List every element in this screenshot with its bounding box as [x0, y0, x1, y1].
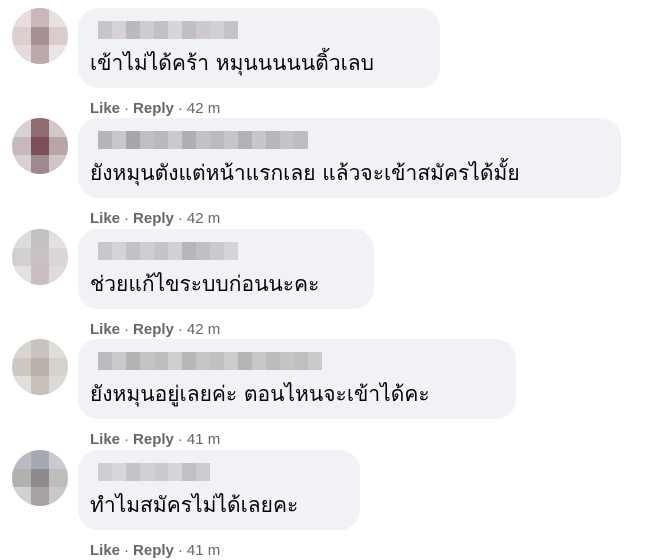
commenter-name[interactable] [98, 21, 238, 39]
like-link[interactable]: Like [90, 321, 120, 338]
comment-item: ทำไมสมัครไม่ได้เลยคะ Like · Reply · 41 m [0, 450, 650, 560]
commenter-name[interactable] [98, 352, 322, 370]
comment-actions: Like · Reply · 41 m [90, 542, 221, 559]
comment-item: ยังหมุนอยู่เลยค่ะ ตอนไหนจะเข้าได้คะ Like… [0, 339, 650, 449]
comment-bubble: ทำไมสมัครไม่ได้เลยคะ [78, 450, 360, 530]
avatar[interactable] [12, 450, 68, 506]
commenter-name[interactable] [98, 131, 308, 149]
like-link[interactable]: Like [90, 431, 120, 448]
comment-timestamp[interactable]: 42 m [187, 100, 220, 117]
commenter-name[interactable] [98, 463, 210, 481]
comment-timestamp[interactable]: 41 m [187, 431, 220, 448]
reply-link[interactable]: Reply [133, 542, 174, 559]
comment-timestamp[interactable]: 41 m [187, 542, 220, 559]
comment-bubble: เข้าไม่ได้คร้า หมุนนนนนติ้วเลบ [78, 8, 440, 88]
commenter-name[interactable] [98, 242, 238, 260]
comment-item: ยังหมุนตังแต่หน้าแรกเลย แล้วจะเข้าสมัครไ… [0, 118, 650, 228]
like-link[interactable]: Like [90, 542, 120, 559]
avatar[interactable] [12, 8, 68, 64]
avatar[interactable] [12, 118, 68, 174]
comment-actions: Like · Reply · 41 m [90, 431, 221, 448]
reply-link[interactable]: Reply [133, 321, 174, 338]
reply-link[interactable]: Reply [133, 431, 174, 448]
like-link[interactable]: Like [90, 100, 120, 117]
comment-timestamp[interactable]: 42 m [187, 210, 220, 227]
comment-actions: Like · Reply · 42 m [90, 100, 221, 117]
comment-text: เข้าไม่ได้คร้า หมุนนนนนติ้วเลบ [90, 51, 374, 75]
comment-bubble: ยังหมุนอยู่เลยค่ะ ตอนไหนจะเข้าได้คะ [78, 339, 516, 419]
comment-item: เข้าไม่ได้คร้า หมุนนนนนติ้วเลบ Like · Repl… [0, 8, 650, 118]
comment-bubble: ยังหมุนตังแต่หน้าแรกเลย แล้วจะเข้าสมัครไ… [78, 118, 621, 198]
comment-bubble: ช่วยแก้ไขระบบก่อนนะคะ [78, 229, 374, 309]
comment-text: ทำไมสมัครไม่ได้เลยคะ [90, 493, 299, 517]
like-link[interactable]: Like [90, 210, 120, 227]
comment-actions: Like · Reply · 42 m [90, 321, 221, 338]
avatar[interactable] [12, 229, 68, 285]
reply-link[interactable]: Reply [133, 100, 174, 117]
reply-link[interactable]: Reply [133, 210, 174, 227]
comment-text: ช่วยแก้ไขระบบก่อนนะคะ [90, 272, 320, 296]
comment-text: ยังหมุนอยู่เลยค่ะ ตอนไหนจะเข้าได้คะ [90, 382, 430, 406]
comment-timestamp[interactable]: 42 m [187, 321, 220, 338]
comment-actions: Like · Reply · 42 m [90, 210, 221, 227]
avatar[interactable] [12, 339, 68, 395]
comment-item: ช่วยแก้ไขระบบก่อนนะคะ Like · Reply · 42 m [0, 229, 650, 339]
comment-text: ยังหมุนตังแต่หน้าแรกเลย แล้วจะเข้าสมัครไ… [90, 161, 520, 185]
